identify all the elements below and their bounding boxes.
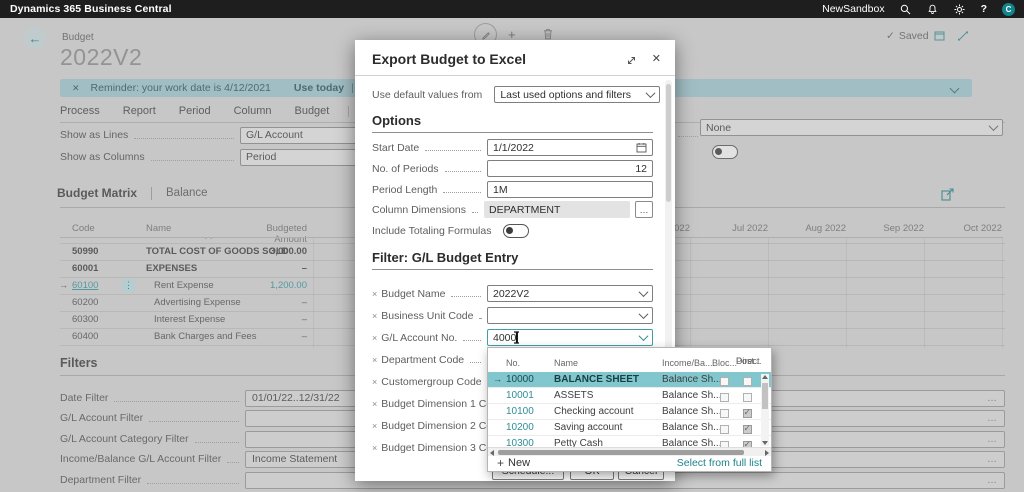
budget-name-row: × Budget Name 2022V2	[372, 285, 653, 302]
remove-filter-icon[interactable]: ×	[372, 289, 377, 299]
business-unit-row: × Business Unit Code	[372, 307, 653, 324]
remove-filter-icon[interactable]: ×	[372, 443, 377, 453]
no-of-periods-row: No. of Periods 12	[372, 160, 653, 177]
app-window: Dynamics 365 Business Central NewSandbox…	[0, 0, 1024, 492]
app-title: Dynamics 365 Business Central	[10, 3, 172, 15]
settings-gear-icon[interactable]	[954, 3, 966, 15]
lookup-row[interactable]: 10001 ASSETS Balance Sh...	[488, 388, 771, 404]
select-from-full-list-link[interactable]: Select from full list	[677, 457, 762, 469]
avatar[interactable]: C	[1002, 2, 1015, 16]
blocked-checkbox[interactable]	[719, 376, 729, 386]
remove-filter-icon[interactable]: ×	[372, 399, 377, 409]
direct-posting-checkbox[interactable]	[742, 392, 752, 402]
lookup-col-no: No.	[506, 358, 521, 368]
default-values-select[interactable]: Last used options and filters	[494, 86, 661, 103]
close-dialog-icon[interactable]: ✕	[652, 52, 661, 65]
notifications-bell-icon[interactable]	[927, 3, 939, 15]
remove-filter-icon[interactable]: ×	[372, 333, 377, 343]
new-record-link[interactable]: + New	[497, 456, 530, 470]
lookup-row[interactable]: 10200 Saving account Balance Sh...	[488, 420, 771, 436]
lookup-col-income: Income/Ba...	[662, 358, 713, 368]
remove-filter-icon[interactable]: ×	[372, 311, 377, 321]
include-totaling-row: Include Totaling Formulas	[372, 222, 653, 239]
scroll-down-icon	[762, 441, 768, 445]
chevron-down-icon	[638, 331, 649, 342]
lookup-col-blocked: Bloc...	[712, 358, 738, 368]
help-icon[interactable]: ?	[981, 3, 987, 15]
plus-icon: +	[497, 455, 505, 470]
search-icon[interactable]	[900, 3, 912, 15]
start-date-row: Start Date 1/1/2022	[372, 139, 653, 156]
column-dimensions-assist-button[interactable]: …	[635, 201, 653, 218]
direct-posting-checkbox[interactable]	[742, 376, 752, 386]
period-length-field[interactable]: 1M	[487, 181, 653, 198]
lookup-rows: → 10000 BALANCE SHEET Balance Sh... 1000…	[488, 372, 771, 452]
no-of-periods-field[interactable]: 12	[487, 160, 653, 177]
column-dimensions-row: Column Dimensions DEPARTMENT …	[372, 201, 653, 218]
lookup-row-selected[interactable]: → 10000 BALANCE SHEET Balance Sh...	[488, 372, 771, 388]
environment-name[interactable]: NewSandbox	[822, 3, 884, 15]
blocked-checkbox[interactable]	[719, 392, 729, 402]
remove-filter-icon[interactable]: ×	[372, 377, 377, 387]
direct-posting-checkbox[interactable]	[742, 423, 752, 434]
options-heading: Options	[372, 113, 422, 128]
top-bar: Dynamics 365 Business Central NewSandbox…	[0, 0, 1024, 18]
blocked-checkbox[interactable]	[719, 424, 729, 434]
scroll-up-icon	[762, 375, 768, 379]
lookup-footer: + New Select from full list	[488, 454, 771, 471]
lookup-row[interactable]: 10100 Checking account Balance Sh...	[488, 404, 771, 420]
current-row-arrow-icon: →	[493, 374, 502, 384]
chevron-down-icon	[645, 88, 656, 99]
gl-account-lookup-dropdown: No. Name Income/Ba... Bloc... Direct Pos…	[487, 347, 772, 472]
dialog-title: Export Budget to Excel	[372, 51, 527, 67]
include-totaling-toggle[interactable]	[503, 223, 530, 238]
direct-posting-checkbox[interactable]	[742, 407, 752, 418]
expand-dialog-icon[interactable]	[626, 53, 637, 71]
lookup-header-row: No. Name Income/Ba... Bloc... Direct Pos…	[488, 348, 771, 373]
business-unit-select[interactable]	[487, 307, 653, 324]
blocked-checkbox[interactable]	[719, 408, 729, 418]
lookup-col-name: Name	[554, 358, 579, 368]
chevron-down-icon	[638, 287, 649, 298]
lookup-vertical-scrollbar[interactable]	[761, 374, 769, 446]
default-values-row: Use default values from Last used option…	[372, 86, 661, 103]
remove-filter-icon[interactable]: ×	[372, 355, 377, 365]
budget-name-select[interactable]: 2022V2	[487, 285, 653, 302]
chevron-down-icon	[638, 309, 649, 320]
filter-section-heading: Filter: G/L Budget Entry	[372, 250, 519, 265]
remove-filter-icon[interactable]: ×	[372, 421, 377, 431]
start-date-field[interactable]: 1/1/2022	[487, 139, 653, 156]
column-dimensions-field[interactable]: DEPARTMENT	[484, 201, 630, 218]
period-length-row: Period Length 1M	[372, 181, 653, 198]
calendar-icon[interactable]	[636, 142, 647, 153]
